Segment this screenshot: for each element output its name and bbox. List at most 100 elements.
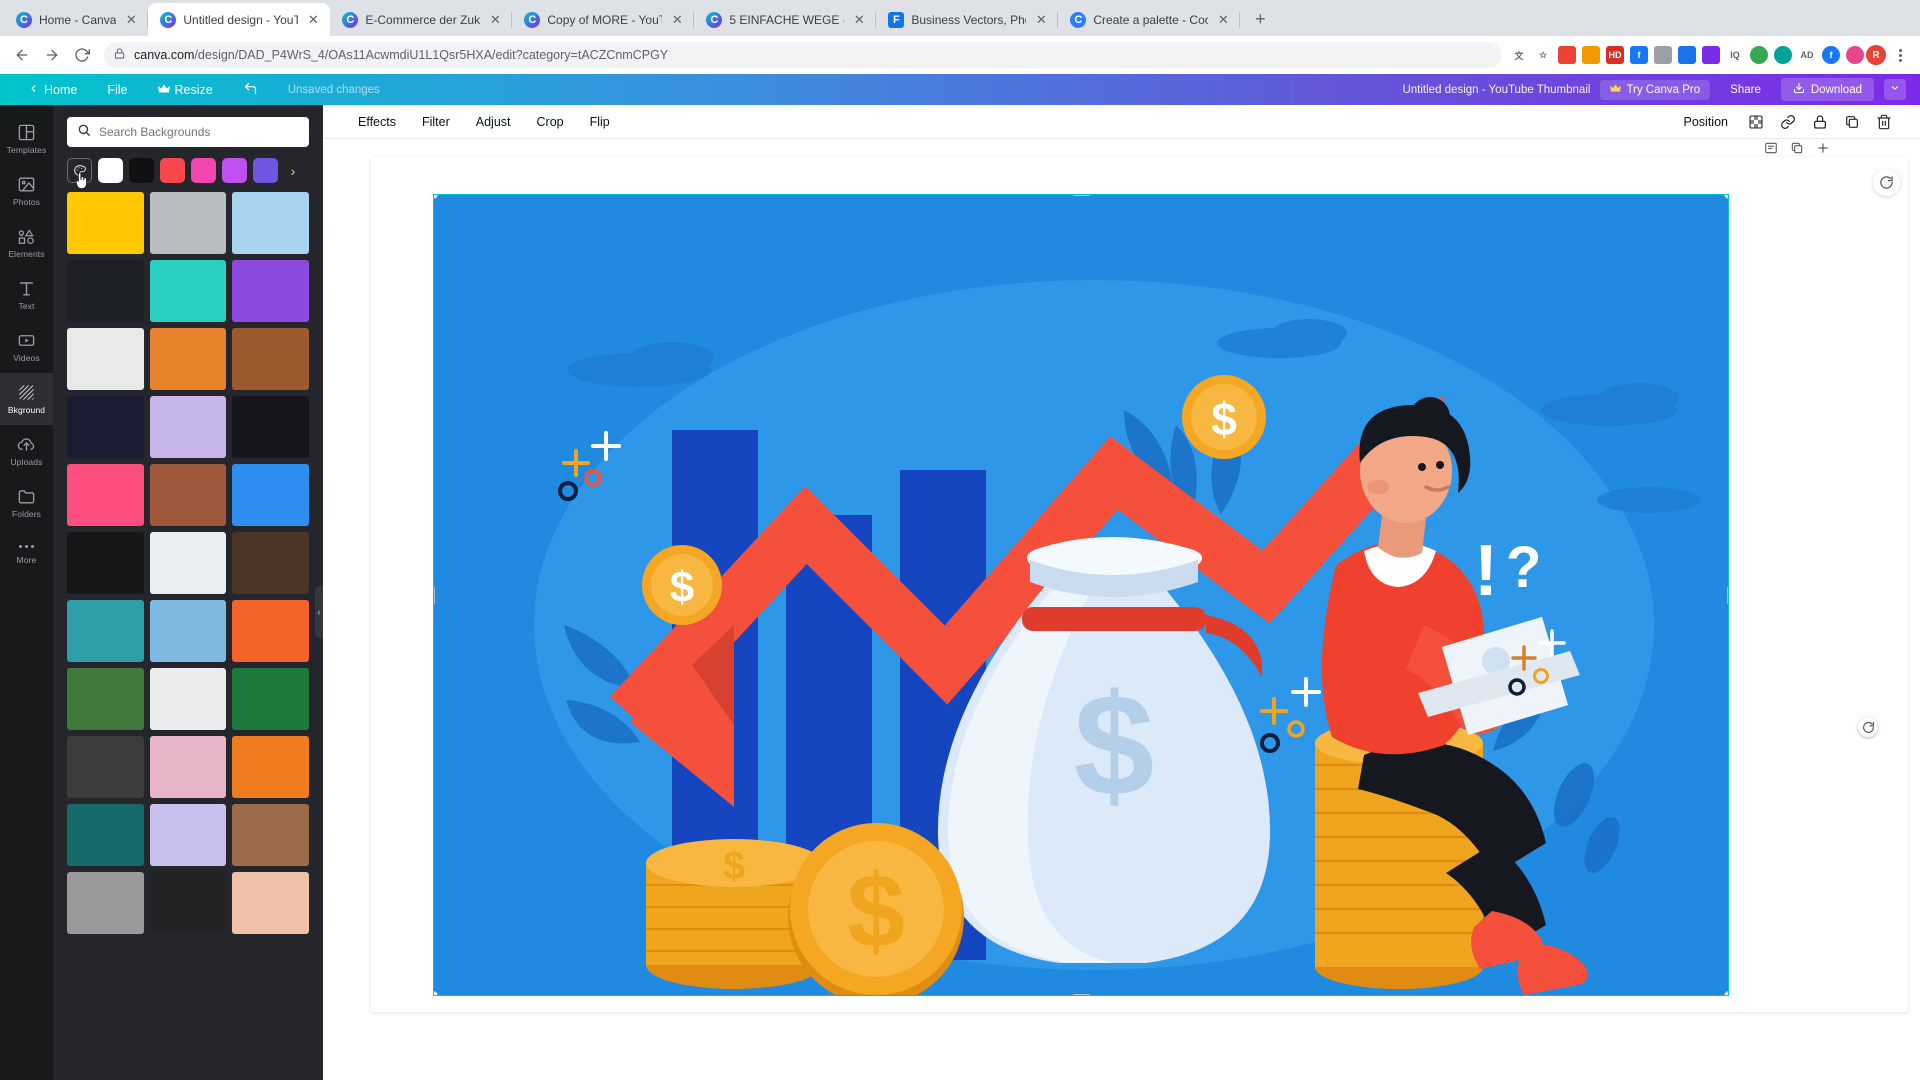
background-thumbnail[interactable] (149, 260, 227, 322)
background-thumbnail[interactable] (67, 668, 144, 730)
extension-orange-icon[interactable] (1582, 46, 1600, 64)
browser-tab[interactable]: C Copy of MORE - YouTube Thum ✕ (512, 3, 695, 36)
background-thumbnail[interactable] (67, 192, 144, 254)
address-bar[interactable]: canva.com/design/DAD_P4WrS_4/OAs11Acwmdi… (104, 42, 1502, 68)
selected-image[interactable]: $ $ $ $ $ ! ? (433, 194, 1729, 996)
color-swatch[interactable] (191, 158, 216, 183)
background-thumbnail[interactable] (67, 804, 144, 866)
background-thumbnail[interactable] (67, 736, 144, 798)
background-thumbnail[interactable] (149, 396, 227, 458)
extension-blue-icon[interactable] (1678, 46, 1696, 64)
close-icon[interactable]: ✕ (305, 12, 321, 28)
resize-handle-top[interactable] (1072, 195, 1091, 196)
resize-button[interactable]: Resize (144, 78, 227, 102)
background-thumbnail[interactable] (67, 260, 144, 322)
background-thumbnail[interactable] (149, 532, 227, 594)
background-thumbnail[interactable] (149, 600, 227, 662)
canvas-area[interactable]: $ $ $ $ $ ! ? (323, 139, 1920, 1076)
background-thumbnail[interactable] (232, 260, 309, 322)
edit-tool-adjust[interactable]: Adjust (463, 110, 524, 134)
rotate-handle[interactable] (1858, 717, 1878, 737)
background-thumbnail[interactable] (232, 464, 309, 526)
notes-icon[interactable] (1764, 141, 1778, 160)
close-icon[interactable]: ✕ (1215, 12, 1231, 28)
rail-item-more[interactable]: More (0, 529, 53, 581)
back-button[interactable] (8, 41, 36, 69)
resize-handle-bottom-right[interactable] (1724, 991, 1728, 995)
undo-button[interactable] (229, 78, 272, 102)
home-button[interactable]: Home (14, 78, 91, 102)
color-picker-button[interactable] (67, 158, 92, 183)
background-thumbnail[interactable] (67, 396, 144, 458)
background-thumbnail[interactable] (232, 668, 309, 730)
resize-handle-left[interactable] (434, 586, 435, 605)
duplicate-icon[interactable] (1838, 109, 1866, 135)
rail-item-bkground[interactable]: Bkground (0, 373, 53, 425)
background-thumbnail[interactable] (67, 872, 144, 934)
panel-collapse-button[interactable]: ‹ (315, 585, 323, 638)
try-canva-pro-button[interactable]: Try Canva Pro (1600, 79, 1711, 100)
extension-purple-icon[interactable] (1702, 46, 1720, 64)
browser-tab[interactable]: F Business Vectors, Photos and ✕ (876, 3, 1059, 36)
link-icon[interactable] (1774, 109, 1802, 135)
background-thumbnail[interactable] (232, 396, 309, 458)
background-thumbnail[interactable] (149, 328, 227, 390)
background-thumbnail[interactable] (67, 600, 144, 662)
browser-tab[interactable]: C E-Commerce der Zukunft - You ✕ (330, 3, 513, 36)
background-thumbnail[interactable] (232, 532, 309, 594)
search-input[interactable] (99, 125, 299, 139)
translate-icon[interactable]: 文 (1510, 46, 1528, 64)
position-button[interactable]: Position (1674, 110, 1738, 134)
browser-tab[interactable]: C Home - Canva ✕ (4, 3, 149, 36)
share-button[interactable]: Share (1720, 80, 1771, 100)
profile-avatar[interactable]: R (1866, 45, 1886, 65)
rail-item-folders[interactable]: Folders (0, 477, 53, 529)
rail-item-elements[interactable]: Elements (0, 217, 53, 269)
color-swatch[interactable] (222, 158, 247, 183)
background-thumbnail[interactable] (149, 464, 227, 526)
rail-item-text[interactable]: Text (0, 269, 53, 321)
new-tab-button[interactable]: + (1246, 5, 1274, 33)
close-icon[interactable]: ✕ (123, 12, 139, 28)
background-thumbnail[interactable] (232, 192, 309, 254)
background-thumbnail[interactable] (149, 804, 227, 866)
close-icon[interactable]: ✕ (1033, 12, 1049, 28)
copy-page-icon[interactable] (1790, 141, 1804, 160)
swatch-next-button[interactable]: › (285, 163, 301, 179)
rail-item-uploads[interactable]: Uploads (0, 425, 53, 477)
background-thumbnail[interactable] (232, 600, 309, 662)
forward-button[interactable] (38, 41, 66, 69)
browser-menu-button[interactable] (1888, 48, 1912, 62)
edit-tool-filter[interactable]: Filter (409, 110, 463, 134)
background-thumbnail[interactable] (232, 804, 309, 866)
color-swatch[interactable] (160, 158, 185, 183)
extension-green-icon[interactable] (1750, 46, 1768, 64)
background-thumbnail[interactable] (149, 872, 227, 934)
transparency-icon[interactable] (1742, 109, 1770, 135)
file-button[interactable]: File (93, 78, 141, 102)
add-page-icon[interactable] (1816, 141, 1830, 160)
extension-hd-icon[interactable]: HD (1606, 46, 1624, 64)
rail-item-templates[interactable]: Templates (0, 113, 53, 165)
lock-icon[interactable] (1806, 109, 1834, 135)
extension-facebook-icon[interactable]: f (1630, 46, 1648, 64)
reload-button[interactable] (68, 41, 96, 69)
edit-tool-flip[interactable]: Flip (577, 110, 623, 134)
extension-iq-icon[interactable]: IQ (1726, 46, 1744, 64)
edit-tool-crop[interactable]: Crop (524, 110, 577, 134)
color-swatch[interactable] (253, 158, 278, 183)
background-thumbnail[interactable] (149, 668, 227, 730)
extension-ad-icon[interactable]: AD (1798, 46, 1816, 64)
resize-handle-right[interactable] (1727, 586, 1728, 605)
extension-pink-icon[interactable] (1846, 46, 1864, 64)
search-box[interactable] (67, 117, 309, 147)
close-icon[interactable]: ✕ (851, 12, 867, 28)
bookmark-star-icon[interactable]: ☆ (1534, 46, 1552, 64)
download-options-button[interactable] (1884, 79, 1906, 100)
background-thumbnail[interactable] (149, 192, 227, 254)
extension-red-icon[interactable] (1558, 46, 1576, 64)
background-thumbnail[interactable] (232, 736, 309, 798)
background-thumbnail[interactable] (232, 872, 309, 934)
color-swatch[interactable] (98, 158, 123, 183)
rail-item-photos[interactable]: Photos (0, 165, 53, 217)
